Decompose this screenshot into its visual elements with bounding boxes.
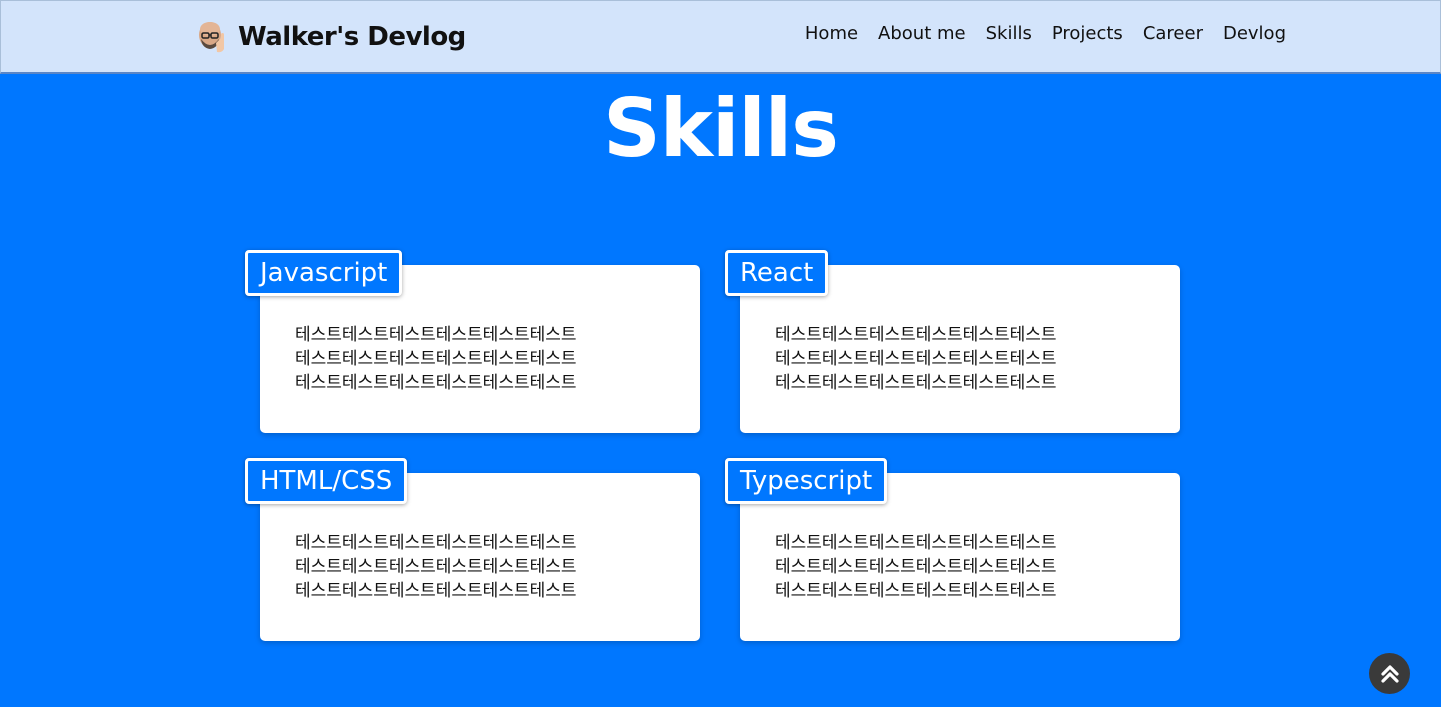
description-line: 테스트테스트테스트테스트테스트테스트 <box>295 373 577 393</box>
skill-description: 테스트테스트테스트테스트테스트테스트 테스트테스트테스트테스트테스트테스트 테스… <box>775 531 1105 603</box>
skill-tag: Javascript <box>245 250 403 296</box>
description-line: 테스트테스트테스트테스트테스트테스트 <box>295 557 577 577</box>
skill-tag: Typescript <box>725 458 888 504</box>
description-line: 테스트테스트테스트테스트테스트테스트 <box>775 581 1057 601</box>
skill-card-html-css: HTML/CSS 테스트테스트테스트테스트테스트테스트 테스트테스트테스트테스트… <box>245 458 700 641</box>
description-line: 테스트테스트테스트테스트테스트테스트 <box>295 533 577 553</box>
nav-link-career[interactable]: Career <box>1143 23 1203 44</box>
skill-description: 테스트테스트테스트테스트테스트테스트 테스트테스트테스트테스트테스트테스트 테스… <box>775 323 1105 395</box>
skill-description: 테스트테스트테스트테스트테스트테스트 테스트테스트테스트테스트테스트테스트 테스… <box>295 323 625 395</box>
main-nav: Home About me Skills Projects Career Dev… <box>805 23 1286 44</box>
description-line: 테스트테스트테스트테스트테스트테스트 <box>775 325 1057 345</box>
nav-link-about-me[interactable]: About me <box>878 23 966 44</box>
description-line: 테스트테스트테스트테스트테스트테스트 <box>295 349 577 369</box>
memoji-avatar-icon <box>194 19 230 55</box>
double-chevron-up-icon <box>1378 662 1402 686</box>
skill-tag: HTML/CSS <box>245 458 408 504</box>
nav-link-devlog[interactable]: Devlog <box>1223 23 1286 44</box>
nav-link-home[interactable]: Home <box>805 23 858 44</box>
description-line: 테스트테스트테스트테스트테스트테스트 <box>775 533 1057 553</box>
nav-link-skills[interactable]: Skills <box>986 23 1032 44</box>
skill-card-javascript: Javascript 테스트테스트테스트테스트테스트테스트 테스트테스트테스트테… <box>245 250 700 433</box>
description-line: 테스트테스트테스트테스트테스트테스트 <box>295 581 577 601</box>
skill-description: 테스트테스트테스트테스트테스트테스트 테스트테스트테스트테스트테스트테스트 테스… <box>295 531 625 603</box>
skill-card-typescript: Typescript 테스트테스트테스트테스트테스트테스트 테스트테스트테스트테… <box>725 458 1180 641</box>
scroll-to-top-button[interactable] <box>1369 653 1410 694</box>
nav-link-projects[interactable]: Projects <box>1052 23 1123 44</box>
description-line: 테스트테스트테스트테스트테스트테스트 <box>775 557 1057 577</box>
skill-card-react: React 테스트테스트테스트테스트테스트테스트 테스트테스트테스트테스트테스트… <box>725 250 1180 433</box>
brand-title: Walker's Devlog <box>238 22 466 52</box>
description-line: 테스트테스트테스트테스트테스트테스트 <box>775 349 1057 369</box>
page-title: Skills <box>603 82 839 175</box>
skill-tag: React <box>725 250 829 296</box>
top-navbar: Walker's Devlog Home About me Skills Pro… <box>0 0 1441 74</box>
description-line: 테스트테스트테스트테스트테스트테스트 <box>775 373 1057 393</box>
brand[interactable]: Walker's Devlog <box>194 18 466 56</box>
description-line: 테스트테스트테스트테스트테스트테스트 <box>295 325 577 345</box>
